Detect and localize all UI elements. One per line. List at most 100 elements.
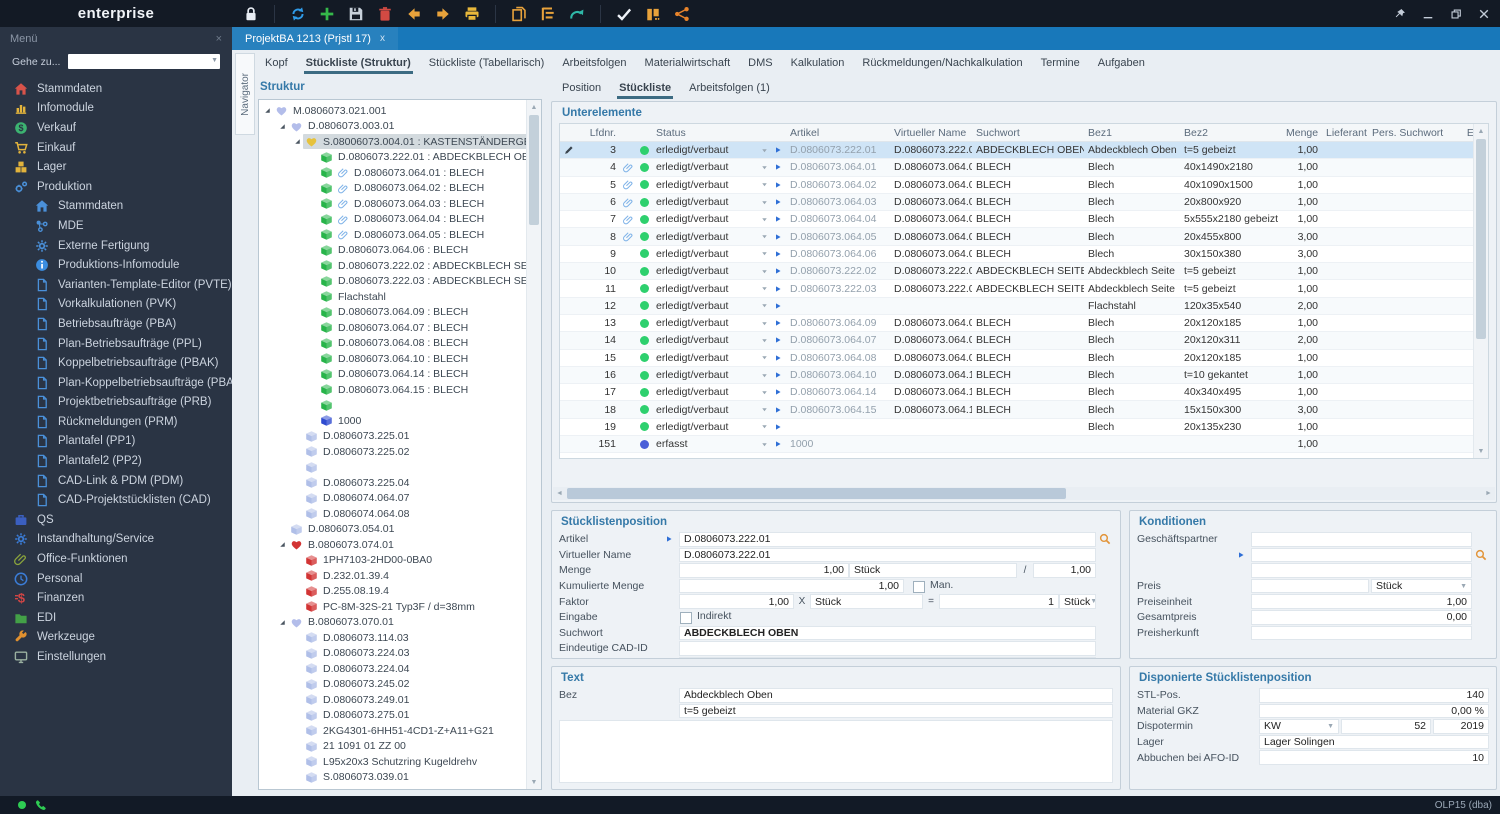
dispotermin-year-field[interactable]: 2019 bbox=[1433, 719, 1489, 734]
sidebar-item-vorkalkulationen-pvk[interactable]: Vorkalkulationen (PVK) bbox=[0, 295, 232, 315]
preisherkunft-field[interactable] bbox=[1251, 625, 1472, 641]
refresh-button[interactable] bbox=[289, 5, 307, 23]
cell-dd[interactable] bbox=[758, 285, 770, 292]
tree-node[interactable]: D.0806073.064.04 : BLECH bbox=[262, 212, 526, 228]
tree-node[interactable]: D.0806073.003.01 bbox=[262, 119, 526, 135]
cell-play[interactable] bbox=[770, 163, 786, 171]
delete-button[interactable] bbox=[376, 5, 394, 23]
tab-projektba[interactable]: ProjektBA 1213 (Prjstl 17) x bbox=[232, 27, 398, 50]
sidebar-item-cad-projektst-cklisten-cad[interactable]: CAD-Projektstücklisten (CAD) bbox=[0, 490, 232, 510]
table-row[interactable]: 17 erledigt/verbaut D.0806073.064.14 D.0806… bbox=[560, 384, 1474, 402]
table-hscrollbar[interactable]: ◄ ► bbox=[553, 487, 1495, 500]
tree-node[interactable]: B.0806073.070.01 bbox=[262, 615, 526, 631]
cell-play[interactable] bbox=[770, 371, 786, 379]
tree-node[interactable] bbox=[262, 398, 526, 414]
column-header-vname[interactable]: Virtueller Name bbox=[890, 127, 972, 139]
tree-node[interactable]: D.0806073.222.03 : ABDECKBLECH SEITE bbox=[262, 274, 526, 290]
tree-node[interactable]: Flachstahl bbox=[262, 289, 526, 305]
suchwort-field[interactable]: ABDECKBLECH OBEN bbox=[679, 625, 1096, 641]
sidebar-item-betriebsauftr-ge-pba[interactable]: Betriebsaufträge (PBA) bbox=[0, 314, 232, 334]
table-row[interactable]: 7 erledigt/verbaut D.0806073.064.04 D.08060… bbox=[560, 211, 1474, 229]
cell-dd[interactable] bbox=[758, 320, 770, 327]
sidebar-item-instandhaltung-service[interactable]: Instandhaltung/Service bbox=[0, 530, 232, 550]
artikel-search[interactable] bbox=[1096, 532, 1113, 547]
tree-node[interactable]: S.0806073.039.01 bbox=[262, 770, 526, 786]
cell-play[interactable] bbox=[770, 302, 786, 310]
tree-node[interactable]: D.0806073.064.02 : BLECH bbox=[262, 181, 526, 197]
tree-node[interactable]: B.0806073.074.01 bbox=[262, 537, 526, 553]
tree-node[interactable]: D.0806073.225.04 bbox=[262, 475, 526, 491]
tree-node[interactable]: D.0806073.064.05 : BLECH bbox=[262, 227, 526, 243]
tree-scrollbar[interactable]: ▲ ▼ bbox=[526, 100, 541, 789]
tree-expander[interactable] bbox=[292, 138, 303, 145]
column-header-such[interactable]: Suchwort bbox=[972, 127, 1084, 139]
cell-play[interactable] bbox=[770, 146, 786, 154]
tab-close-icon[interactable]: x bbox=[380, 33, 385, 44]
tree-node[interactable]: D.0806073.114.03 bbox=[262, 630, 526, 646]
scroll-right-icon[interactable]: ► bbox=[1482, 487, 1495, 500]
zeichnung-search[interactable] bbox=[1096, 657, 1113, 658]
faktor-field[interactable]: 1,00 bbox=[679, 594, 794, 609]
result-unit-dropdown[interactable]: Stück▼ bbox=[1059, 594, 1096, 609]
cell-dd[interactable] bbox=[758, 389, 770, 396]
cell-dd[interactable] bbox=[758, 302, 770, 309]
print-button[interactable] bbox=[463, 5, 481, 23]
sidebar-item-projektbetriebsauftr-ge-prb[interactable]: Projektbetriebsaufträge (PRB) bbox=[0, 393, 232, 413]
tree-node[interactable]: D.0806073.064.03 : BLECH bbox=[262, 196, 526, 212]
lock-button[interactable] bbox=[242, 5, 260, 23]
tree-expander[interactable] bbox=[277, 541, 288, 548]
goto-input[interactable]: ▼ bbox=[68, 54, 220, 69]
column-header-status[interactable]: Status bbox=[652, 127, 758, 139]
menge-unit-field[interactable]: Stück bbox=[849, 563, 1017, 578]
tree-node[interactable]: D.0806073.064.10 : BLECH bbox=[262, 351, 526, 367]
tree-node[interactable]: PC-8M-32S-21 Typ3F / d=38mm bbox=[262, 599, 526, 615]
stl-pos-field[interactable]: 140 bbox=[1259, 688, 1489, 703]
sidebar-item-varianten-template-editor-pvte[interactable]: Varianten-Template-Editor (PVTE) bbox=[0, 275, 232, 295]
tab-arbeitsfolgen[interactable]: Arbeitsfolgen bbox=[553, 53, 635, 76]
artikel-field[interactable]: D.0806073.222.01 bbox=[679, 532, 1096, 547]
sidebar-item-personal[interactable]: Personal bbox=[0, 569, 232, 589]
tree-node[interactable]: D.0806073.249.01 bbox=[262, 692, 526, 708]
back-button[interactable] bbox=[405, 5, 423, 23]
tree-node[interactable]: D.0806073.275.01 bbox=[262, 708, 526, 724]
save-button[interactable] bbox=[347, 5, 365, 23]
table-row[interactable]: 6 erledigt/verbaut D.0806073.064.03 D.08060… bbox=[560, 193, 1474, 212]
preis-field[interactable] bbox=[1251, 578, 1369, 594]
sidebar-item-mde[interactable]: MDE bbox=[0, 216, 232, 236]
table-row[interactable]: 9 erledigt/verbaut D.0806073.064.06 D.08060… bbox=[560, 246, 1474, 264]
partner-field[interactable] bbox=[1251, 547, 1472, 563]
cell-play[interactable] bbox=[770, 215, 786, 223]
tab-dms[interactable]: DMS bbox=[739, 53, 781, 76]
menge-field[interactable]: 1,00 bbox=[679, 563, 849, 578]
kumulierte-menge-field[interactable]: 1,00 bbox=[679, 578, 904, 594]
preis-unit-dropdown[interactable]: Stück ▼ bbox=[1371, 578, 1472, 594]
table-row[interactable]: 5 erledigt/verbaut D.0806073.064.02 D.08060… bbox=[560, 177, 1474, 194]
column-header-bez2[interactable]: Bez2 bbox=[1180, 127, 1282, 139]
tree-scroll-thumb[interactable] bbox=[529, 115, 539, 225]
scroll-up-icon[interactable]: ▲ bbox=[1474, 124, 1488, 138]
sidebar-item-plantafel-pp1[interactable]: Plantafel (PP1) bbox=[0, 432, 232, 452]
cell-play[interactable] bbox=[770, 233, 786, 241]
cell-dd[interactable] bbox=[758, 233, 770, 240]
cell-play[interactable] bbox=[770, 440, 786, 448]
restore-icon[interactable] bbox=[1450, 8, 1462, 20]
tree-node[interactable]: D.0806073.224.03 bbox=[262, 646, 526, 662]
resources-button[interactable] bbox=[644, 5, 662, 23]
tab-kopf[interactable]: Kopf bbox=[256, 53, 297, 76]
tree-node[interactable]: L95x20x3 Schutzring Kugeldrehv bbox=[262, 754, 526, 770]
inner-tab-arbeitsfolgen-1[interactable]: Arbeitsfolgen (1) bbox=[680, 78, 779, 101]
table-row[interactable]: 3 erledigt/verbaut D.0806073.222.01 D.08060… bbox=[560, 142, 1474, 160]
tree-node[interactable]: D.0806073.064.14 : BLECH bbox=[262, 367, 526, 383]
table-row[interactable]: 14 erledigt/verbaut D.0806073.064.07 D.0806… bbox=[560, 332, 1474, 350]
table-row[interactable]: 10 erledigt/verbaut D.0806073.222.02 D.0806… bbox=[560, 263, 1474, 281]
sidebar-item-koppelbetriebsauftr-ge-pbak[interactable]: Koppelbetriebsaufträge (PBAK) bbox=[0, 353, 232, 373]
column-header-bez1[interactable]: Bez1 bbox=[1084, 127, 1180, 139]
sidebar-item-stammdaten[interactable]: Stammdaten bbox=[0, 197, 232, 217]
tree-node[interactable]: D.0806073.064.15 : BLECH bbox=[262, 382, 526, 398]
scroll-down-icon[interactable]: ▼ bbox=[527, 775, 541, 789]
geschaeftspartner-field[interactable] bbox=[1251, 532, 1472, 547]
sidebar-item-produktions-infomodule[interactable]: Produktions-Infomodule bbox=[0, 255, 232, 275]
tree-node[interactable] bbox=[262, 460, 526, 476]
tree-node[interactable]: D.0806073.222.01 : ABDECKBLECH OBEN bbox=[262, 150, 526, 166]
tab-kalkulation[interactable]: Kalkulation bbox=[782, 53, 854, 76]
